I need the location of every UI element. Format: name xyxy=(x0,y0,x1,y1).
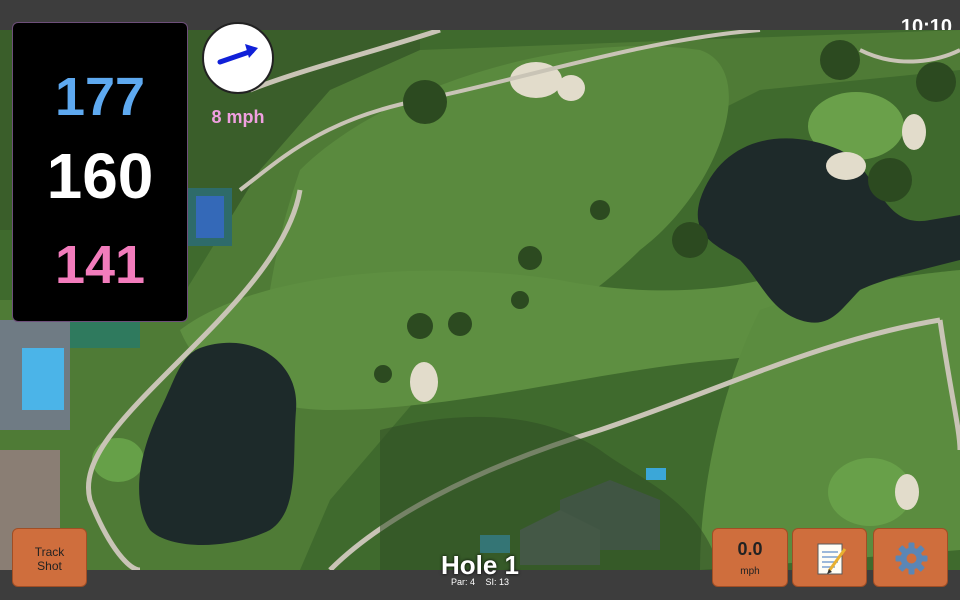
gear-icon xyxy=(895,542,928,575)
hole-title: Hole 1 xyxy=(440,550,520,580)
speed-value: 0.0 xyxy=(737,539,763,559)
track-shot-label: Track Shot xyxy=(34,545,65,573)
wind-indicator[interactable] xyxy=(202,22,274,94)
notepad-icon xyxy=(817,543,847,575)
hole-par: Par: 4 xyxy=(450,577,475,587)
notes-button[interactable] xyxy=(792,528,867,587)
speed-unit: mph xyxy=(740,566,760,577)
speed-button[interactable]: 0.0 mph xyxy=(712,528,788,587)
track-shot-button[interactable]: Track Shot xyxy=(12,528,87,587)
wind-speed: 8 mph xyxy=(211,107,265,127)
back-distance: 177 xyxy=(54,67,146,127)
arrow-icon xyxy=(217,44,258,65)
front-distance: 141 xyxy=(54,235,146,295)
distance-panel: 177 160 141 xyxy=(12,22,188,322)
settings-button[interactable] xyxy=(873,528,948,587)
hole-info: Par: 4 SI: 13 xyxy=(400,577,560,588)
hole-stroke-index: SI: 13 xyxy=(485,577,510,587)
middle-distance: 160 xyxy=(46,140,154,212)
